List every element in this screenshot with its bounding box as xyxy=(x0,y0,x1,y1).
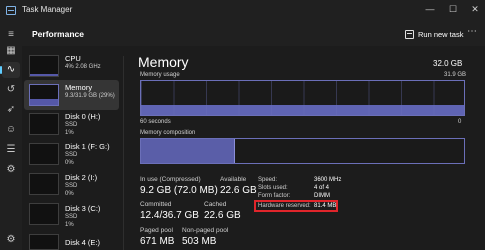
app-history-icon[interactable]: ↺ xyxy=(2,82,20,98)
in-use-value: 9.2 GB (72.0 MB) xyxy=(140,185,218,196)
non-paged-pool-value: 503 MB xyxy=(182,236,217,247)
memory-composition-bar xyxy=(140,138,465,164)
paged-pool-label: Paged pool xyxy=(140,227,173,234)
sidebar-item-label: Disk 1 (F: G:) xyxy=(65,142,110,151)
in-use-label: In use (Compressed) xyxy=(140,176,201,183)
sidebar-item-usage: 0% xyxy=(65,191,74,197)
processes-icon[interactable]: ▦ xyxy=(2,43,20,59)
memory-total: 32.0 GB xyxy=(433,59,463,68)
sidebar-item-usage: 1% xyxy=(65,222,74,228)
speed-label: Speed: xyxy=(258,177,278,183)
more-options-button[interactable]: ⋯ xyxy=(465,27,479,41)
graph-zero-label: 0 xyxy=(458,119,462,125)
paged-pool-value: 671 MB xyxy=(140,236,175,247)
minimize-button[interactable]: — xyxy=(423,2,437,16)
sidebar-item-detail: SSD xyxy=(65,214,78,220)
startup-apps-icon[interactable]: ➶ xyxy=(2,102,20,118)
sidebar-item-detail: SSD xyxy=(65,122,78,128)
sidebar-item-label: Disk 4 (E:) xyxy=(65,238,101,247)
available-label: Available xyxy=(220,176,247,183)
details-icon[interactable]: ☰ xyxy=(2,142,20,158)
committed-value: 12.4/36.7 GB xyxy=(140,210,199,221)
run-task-icon xyxy=(405,29,414,39)
cached-label: Cached xyxy=(204,201,227,208)
disk-1-thumbnail-graph xyxy=(29,143,59,165)
sidebar-item-detail: 4% 2.08 GHz xyxy=(65,64,101,70)
title-bar xyxy=(0,0,485,22)
sidebar-item-label: Disk 0 (H:) xyxy=(65,112,101,121)
close-button[interactable]: ✕ xyxy=(468,2,482,16)
run-new-task-label: Run new task xyxy=(418,29,464,39)
services-icon[interactable]: ⚙ xyxy=(2,162,20,178)
menu-icon[interactable]: ≡ xyxy=(2,27,20,43)
form-factor-label: Form factor: xyxy=(258,193,291,199)
sidebar-item-label: Memory xyxy=(65,83,93,92)
performance-icon[interactable]: ∿ xyxy=(0,62,20,78)
cpu-thumbnail-graph xyxy=(29,55,59,77)
memory-usage-label: Memory usage xyxy=(140,72,180,78)
sidebar-item-usage: 1% xyxy=(65,130,74,136)
non-paged-pool-label: Non-paged pool xyxy=(182,227,229,234)
window-title: Task Manager xyxy=(22,5,73,14)
disk-4-thumbnail-graph xyxy=(29,234,59,250)
sidebar-item-label: CPU xyxy=(65,54,81,63)
memory-usage-max: 31.9 GB xyxy=(444,72,467,78)
slots-used-label: Slots used: xyxy=(258,185,288,191)
time-span-label: 60 seconds xyxy=(140,119,171,125)
memory-title: Memory xyxy=(138,54,189,70)
memory-usage-gridlines xyxy=(141,81,464,115)
memory-usage-graph xyxy=(140,80,465,116)
hardware-reserved-label: Hardware reserved: xyxy=(258,203,311,209)
sidebar-divider xyxy=(123,56,124,250)
run-new-task-button[interactable]: Run new task xyxy=(405,27,463,41)
speed-value: 3600 MHz xyxy=(314,177,342,183)
sidebar-item-detail: SSD xyxy=(65,183,78,189)
memory-composition-in-use xyxy=(141,139,235,163)
sidebar-item-detail: SSD xyxy=(65,152,78,158)
memory-thumbnail-fill xyxy=(30,99,58,105)
form-factor-value: DIMM xyxy=(314,193,330,199)
users-icon[interactable]: ☺ xyxy=(2,122,20,138)
slots-used-value: 4 of 4 xyxy=(314,185,330,191)
cached-value: 22.6 GB xyxy=(204,210,241,221)
available-value: 22.6 GB xyxy=(220,185,257,196)
sidebar-item-detail: 9.3/31.9 GB (29%) xyxy=(65,93,115,99)
disk-3-thumbnail-graph xyxy=(29,203,59,225)
disk-2-thumbnail-graph xyxy=(29,173,59,195)
disk-0-thumbnail-graph xyxy=(29,113,59,135)
hardware-reserved-value: 81.4 MB xyxy=(314,203,337,209)
settings-icon[interactable]: ⚙ xyxy=(2,232,20,248)
task-manager-icon xyxy=(6,6,16,15)
sidebar-item-label: Disk 2 (I:) xyxy=(65,173,98,182)
maximize-button[interactable]: ☐ xyxy=(446,2,460,16)
sidebar-item-label: Disk 3 (C:) xyxy=(65,204,101,213)
memory-composition-label: Memory composition xyxy=(140,130,196,136)
cpu-thumbnail-fill xyxy=(30,74,58,76)
memory-thumbnail-graph xyxy=(29,84,59,106)
sidebar-item-usage: 0% xyxy=(65,160,74,166)
page-title: Performance xyxy=(32,29,84,39)
committed-label: Committed xyxy=(140,201,172,208)
